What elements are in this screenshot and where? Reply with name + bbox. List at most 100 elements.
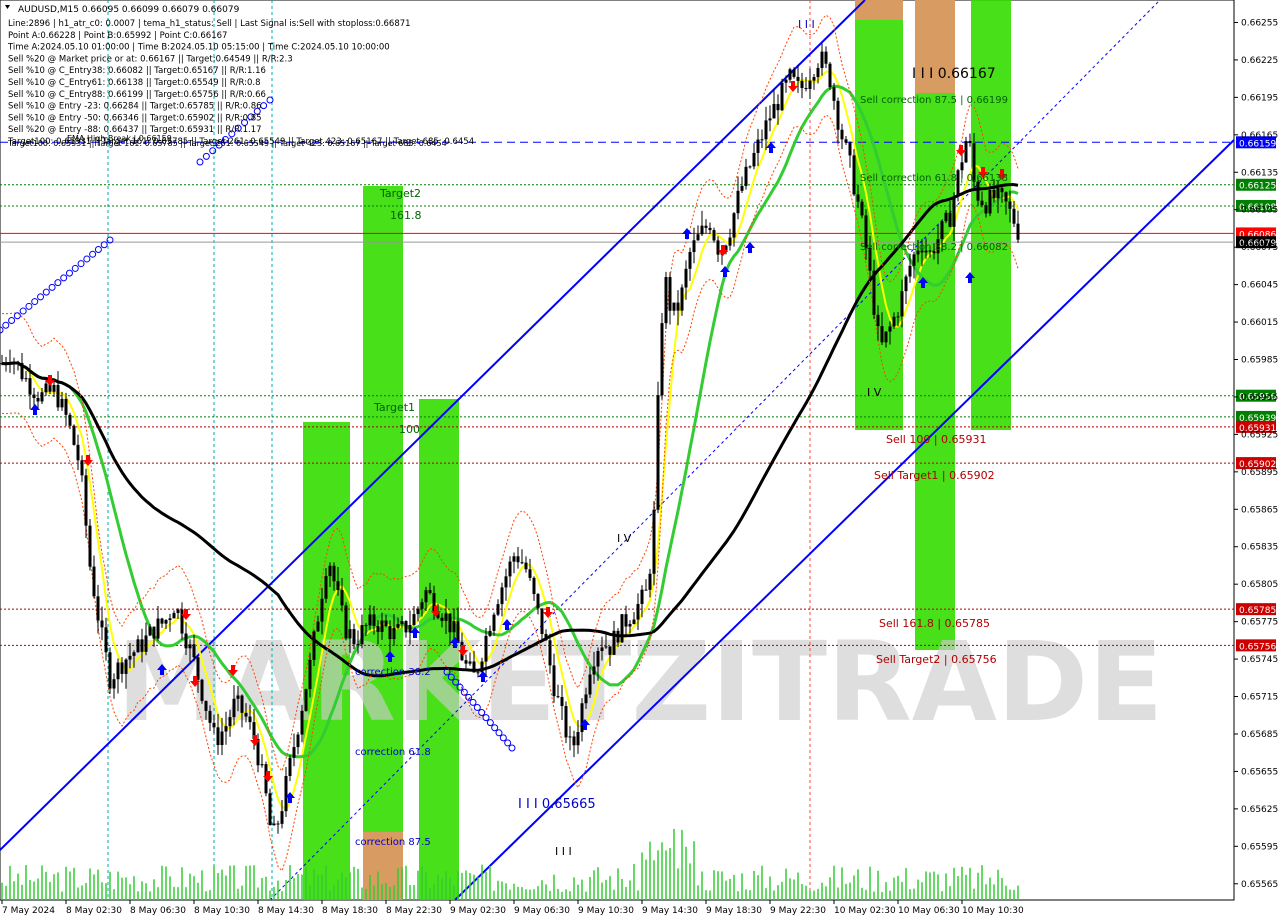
candle-body <box>632 619 636 624</box>
level-price-label: 0.65756 <box>1239 642 1276 652</box>
candle-body <box>208 710 212 723</box>
info-line: Sell %10 @ C_Entry38: 0.66082 || Target:… <box>8 66 266 76</box>
candle-body <box>24 378 28 380</box>
watermark-text: MARKETZITRADE <box>117 618 1164 746</box>
candle-body <box>348 629 352 639</box>
time-tick-label: 9 May 06:30 <box>514 906 570 916</box>
candle-body <box>60 398 64 408</box>
candle-body <box>728 237 732 246</box>
candle-body <box>156 618 160 639</box>
candle-body <box>708 227 712 231</box>
candle-body <box>660 323 664 396</box>
candle-body <box>356 644 360 646</box>
time-tick-label: 8 May 06:30 <box>130 906 186 916</box>
candle-body <box>624 614 628 627</box>
candle-body <box>80 460 84 476</box>
candle-body <box>456 621 460 642</box>
candle-body <box>588 674 592 695</box>
candle-body <box>448 613 452 633</box>
candle-body <box>560 697 564 707</box>
candle-body <box>764 120 768 140</box>
time-tick-label: 8 May 14:30 <box>258 906 314 916</box>
candle-body <box>732 213 736 238</box>
candle-body <box>500 587 504 605</box>
candle-body <box>388 626 392 640</box>
zone-rect <box>363 186 403 900</box>
candle-body <box>0 363 4 365</box>
candle-body <box>584 694 588 704</box>
candle-body <box>176 609 180 613</box>
candle-body <box>592 666 596 675</box>
chart-annotation: Target2 <box>379 187 421 200</box>
candle-body <box>192 644 196 658</box>
candle-body <box>1004 192 1008 202</box>
candle-body <box>968 141 972 144</box>
candle-body <box>680 287 684 311</box>
price-tick-label: 0.66045 <box>1241 281 1278 291</box>
candle-body <box>468 661 472 664</box>
price-tick-label: 0.65865 <box>1241 505 1278 515</box>
candle-body <box>512 556 516 562</box>
candle-body <box>272 823 276 826</box>
candle-body <box>452 621 456 633</box>
candle-body <box>1012 208 1016 224</box>
candle-body <box>1016 223 1020 240</box>
candle-body <box>12 361 16 363</box>
candle-body <box>796 76 800 81</box>
candle-body <box>788 69 792 80</box>
candle-body <box>872 270 876 315</box>
candle-body <box>556 696 560 698</box>
candle-body <box>308 659 312 690</box>
watermark-layer: MARKETZITRADE <box>117 618 1164 746</box>
candle-body <box>28 378 32 395</box>
candle-body <box>988 189 992 214</box>
candle-body <box>740 185 744 191</box>
price-tick-label: 0.66225 <box>1241 56 1278 66</box>
info-line: Sell %10 @ Entry -23: 0.66284 || Target:… <box>8 102 262 112</box>
time-tick-label: 9 May 18:30 <box>706 906 762 916</box>
candle-body <box>912 254 916 266</box>
candle-body <box>516 556 520 563</box>
candle-body <box>760 139 764 141</box>
candle-body <box>136 639 140 653</box>
candle-body <box>620 614 624 643</box>
candle-body <box>572 736 576 746</box>
candle-body <box>828 63 832 88</box>
info-line: Sell %20 @ Entry -88: 0.66437 || Target:… <box>8 125 262 135</box>
candle-body <box>124 659 128 674</box>
candle-body <box>168 618 172 621</box>
candle-body <box>668 277 672 311</box>
candle-body <box>100 620 104 628</box>
candle-body <box>852 155 856 195</box>
candle-body <box>700 225 704 235</box>
symbol-line: AUDUSD,M15 0.66095 0.66099 0.66079 0.660… <box>18 5 240 15</box>
candle-body <box>268 793 272 826</box>
time-tick-label: 8 May 18:30 <box>322 906 378 916</box>
time-tick-label: 9 May 14:30 <box>642 906 698 916</box>
candle-body <box>380 620 384 632</box>
price-tick-label: 0.65925 <box>1241 430 1278 440</box>
candle-body <box>748 166 752 168</box>
candle-body <box>4 363 8 365</box>
price-chart[interactable]: MARKETZITRADE 0.661590.661250.661080.660… <box>0 0 1280 920</box>
candle-body <box>816 67 820 78</box>
candle-body <box>752 152 756 167</box>
time-tick-label: 10 May 02:30 <box>834 906 896 916</box>
candle-body <box>608 646 612 655</box>
candle-body <box>476 672 480 674</box>
candle-body <box>332 565 336 582</box>
candle-body <box>132 652 136 656</box>
candle-body <box>524 562 528 570</box>
candle-body <box>944 212 948 222</box>
candle-body <box>112 679 116 689</box>
time-tick-label: 10 May 10:30 <box>962 906 1024 916</box>
candle-body <box>200 679 204 701</box>
candle-body <box>16 361 20 364</box>
candle-body <box>644 589 648 591</box>
candle-body <box>64 398 68 415</box>
price-tick-label: 0.65775 <box>1241 618 1278 628</box>
candle-body <box>600 647 604 652</box>
candle-body <box>336 581 340 591</box>
candle-body <box>536 594 540 609</box>
candle-body <box>492 614 496 631</box>
